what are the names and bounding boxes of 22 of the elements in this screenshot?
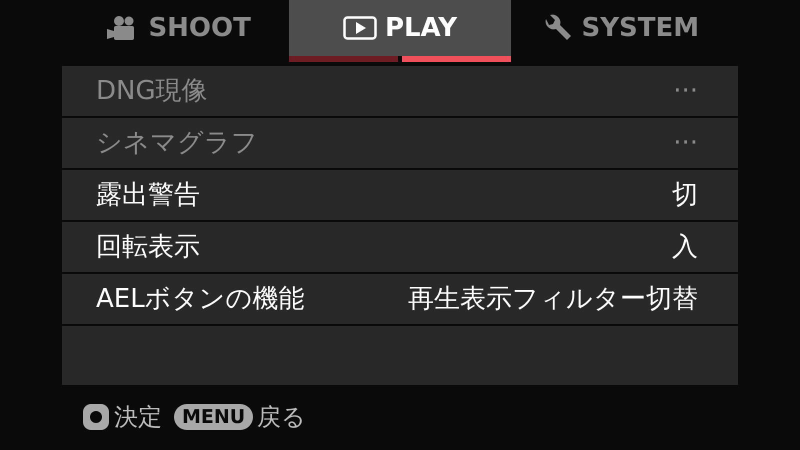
menu-tab[interactable]: PLAY (289, 0, 511, 56)
menu-value: 切 (672, 178, 698, 212)
menu-tab[interactable]: SYSTEM (510, 0, 732, 56)
footer-hint: 決定 (114, 402, 162, 433)
menu-label: DNG現像 (96, 74, 208, 108)
menu-value: ··· (673, 74, 698, 108)
menu-value: ··· (673, 126, 698, 160)
footer-hint: 戻る (257, 402, 306, 433)
menu-label: シネマグラフ (96, 126, 258, 160)
menu-row[interactable]: AELボタンの機能 再生表示フィルター切替 (62, 274, 738, 326)
play-icon (342, 16, 377, 40)
menu-key: MENU (174, 404, 254, 430)
menu-tab[interactable]: SHOOT (68, 0, 290, 56)
menu-label: 回転表示 (96, 230, 200, 264)
wrench-icon (543, 14, 574, 42)
menu-row[interactable]: 露出警告 切 (62, 170, 738, 222)
menu-row[interactable]: 回転表示 入 (62, 222, 738, 274)
menu-label: AELボタンの機能 (96, 282, 305, 316)
menu-value: 入 (672, 230, 698, 264)
menu-value: 再生表示フィルター切替 (408, 282, 698, 316)
menu-label: 露出警告 (96, 178, 200, 212)
ok-button-icon (82, 403, 110, 431)
